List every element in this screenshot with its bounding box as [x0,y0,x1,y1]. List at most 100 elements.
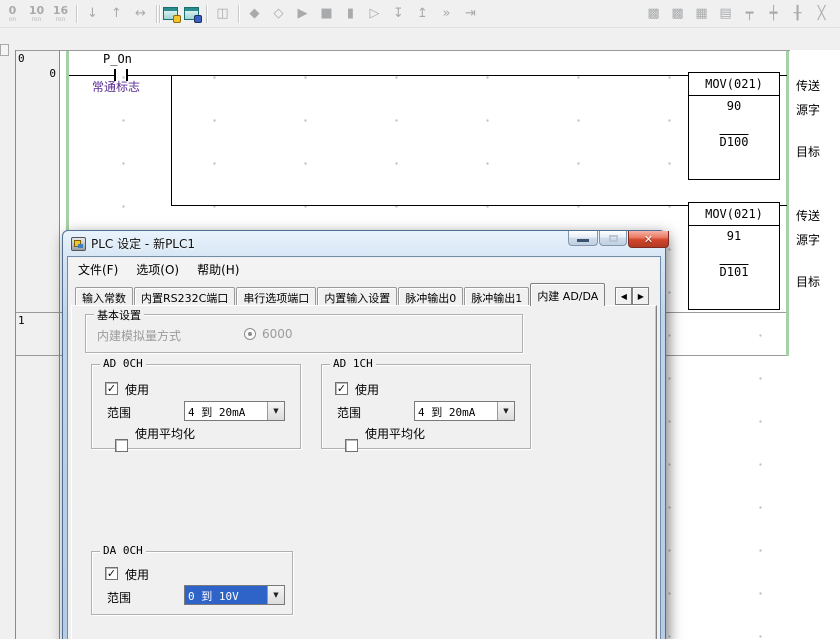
ad1-group: AD 1CH ✓ 使用 范围 4 到 20mA ▼ 使用平均化 [321,364,531,449]
ad0-averaging-label: 使用平均化 [135,425,195,442]
tab-builtin-input[interactable]: 内置输入设置 [317,287,397,306]
continuous-step-icon[interactable]: » [435,3,458,25]
ad1-use-checkbox[interactable]: ✓ [335,382,348,395]
analog-mode-radio-label: 6000 [262,327,293,341]
menu-help[interactable]: 帮助(H) [188,259,248,280]
contact-label[interactable]: P_On [103,52,132,66]
plc-settings-icon [71,237,86,251]
pause-mode-icon[interactable]: ▮ [339,3,362,25]
da0-use-checkbox[interactable]: ✓ [105,567,118,580]
combo-dropdown-icon[interactable]: ▼ [267,402,284,420]
toolbar-separator [235,3,242,25]
tab-input-constants[interactable]: 输入常数 [75,287,133,306]
new-contact-box-icon[interactable]: ▩ [642,3,665,25]
ladder-top-border [15,50,790,51]
new-coil-box-icon[interactable]: ▩ [666,3,689,25]
right-power-rail [786,51,789,356]
ad0-range-combobox[interactable]: 4 到 20mA ▼ [184,401,285,421]
step-out-icon[interactable]: ↥ [411,3,434,25]
dialog-titlebar[interactable]: PLC 设定 - 新PLC1 ✕ [67,231,661,256]
run-mode-icon[interactable]: ▶ [291,3,314,25]
ad1-use-label: 使用 [355,381,379,398]
mov-instruction-block-1[interactable]: MOV(021) 90 D100 [688,72,780,180]
instruction-mnemonic: MOV(021) [689,73,779,96]
margin-right-line [59,50,60,639]
vertical-junction-icon[interactable]: ┿ [762,3,785,25]
new-function-box-icon[interactable]: ▤ [714,3,737,25]
tab-serial-option[interactable]: 串行选项端口 [236,287,316,306]
tab-pulse-output-1[interactable]: 脉冲输出1 [464,287,529,306]
pause-monitor-icon[interactable]: ◆ [243,3,266,25]
output-stub-2 [780,205,787,206]
monitor-binary-icon[interactable]: 0on [1,3,24,25]
tab-builtin-adda[interactable]: 内建 AD/DA [530,283,605,306]
vertical-down-icon[interactable]: ┯ [738,3,761,25]
dialog-client-area: 文件(F) 选项(O) 帮助(H) 输入常数 内置RS232C端口 串行选项端口… [67,256,661,639]
rung-margin [16,51,59,356]
toolbar-separator [153,3,160,25]
ad1-range-value: 4 到 20mA [415,402,497,420]
compare-with-plc-icon[interactable]: ↔ [129,3,152,25]
close-button[interactable]: ✕ [628,231,669,248]
dialog-menubar: 文件(F) 选项(O) 帮助(H) [69,258,659,280]
toolbar-group-left: 0on10ron16ron ↓↑↔ ◫ ◆◇▶■▮▷↧↥»⇥ [1,0,482,28]
transfer-from-plc-icon[interactable]: ↑ [105,3,128,25]
transfer-to-plc-icon[interactable]: ↓ [81,3,104,25]
analog-mode-label: 内建模拟量方式 [97,327,181,344]
stop-mode-icon[interactable]: ■ [315,3,338,25]
skip-to-end-icon[interactable]: ⇥ [459,3,482,25]
dest-operand[interactable]: D100 [689,135,779,149]
dest-operand[interactable]: D101 [689,265,779,279]
ad0-averaging-checkbox[interactable] [115,439,128,452]
ad1-range-label: 范围 [337,404,361,421]
ad0-use-checkbox[interactable]: ✓ [105,382,118,395]
combo-dropdown-icon[interactable]: ▼ [267,586,284,604]
monitor-decimal-icon[interactable]: 10ron [25,3,48,25]
ad1-range-combobox[interactable]: 4 到 20mA ▼ [414,401,515,421]
step-in-icon[interactable]: ↧ [387,3,410,25]
tab-scroll-left-icon[interactable]: ◀ [615,287,632,305]
source-operand[interactable]: 91 [689,229,779,243]
new-instruction-box-icon[interactable]: ▦ [690,3,713,25]
source-operand[interactable]: 90 [689,99,779,113]
dialog-title: PLC 设定 - 新PLC1 [91,235,195,252]
rung-0-step: 0 [30,67,56,80]
combo-dropdown-icon[interactable]: ▼ [497,402,514,420]
tab-scroll-right-icon[interactable]: ▶ [632,287,649,305]
da0-group-title: DA 0CH [100,544,146,557]
delete-junction-icon[interactable]: ╳ [810,3,833,25]
monitor-hex-icon[interactable]: 16ron [49,3,72,25]
mov-instruction-block-2[interactable]: MOV(021) 91 D101 [688,202,780,310]
plc-settings-dialog: PLC 设定 - 新PLC1 ✕ 文件(F) 选项(O) 帮助(H) 输入常数 … [62,230,666,639]
da0-range-combobox[interactable]: 0 到 10V ▼ [184,585,285,605]
run-to-cursor-icon[interactable]: ▷ [363,3,386,25]
operand-label: 传送 [796,77,820,94]
operand-label: 目标 [796,273,820,290]
basic-settings-group-title: 基本设置 [94,307,144,323]
ad1-averaging-label: 使用平均化 [365,425,425,442]
menu-file[interactable]: 文件(F) [69,259,127,280]
tab-builtin-rs232c[interactable]: 内置RS232C端口 [134,287,235,306]
menu-options[interactable]: 选项(O) [127,259,188,280]
horizontal-junction-icon[interactable]: ╂ [786,3,809,25]
ad0-range-label: 范围 [107,404,131,421]
da0-group: DA 0CH ✓ 使用 范围 0 到 10V ▼ [91,551,293,615]
docked-window-fragment [0,44,9,56]
contact-comment: 常通标志 [92,78,140,95]
minimize-icon [577,239,589,242]
minimize-button[interactable] [568,231,598,246]
trigger-pause-icon[interactable]: ◇ [267,3,290,25]
da0-range-value: 0 到 10V [185,586,267,604]
ad0-group-title: AD 0CH [100,357,146,370]
ad1-averaging-checkbox[interactable] [345,439,358,452]
branch-vertical-wire [171,75,172,206]
branch-wire [171,205,688,206]
main-toolbar: 0on10ron16ron↓↑↔◫◆◇▶■▮▷↧↥»⇥ ▩▩▦▤┯┿╂╳┷ [0,0,840,28]
output-stub-1 [780,75,787,76]
operand-label: 源字 [796,231,820,248]
work-online-simulator-icon[interactable] [182,5,202,23]
extra-tool-icon[interactable]: ┷ [834,3,840,25]
toggle-monitoring-icon[interactable]: ◫ [211,3,234,25]
tab-pulse-output-0[interactable]: 脉冲输出0 [398,287,463,306]
work-online-icon[interactable] [161,5,181,23]
